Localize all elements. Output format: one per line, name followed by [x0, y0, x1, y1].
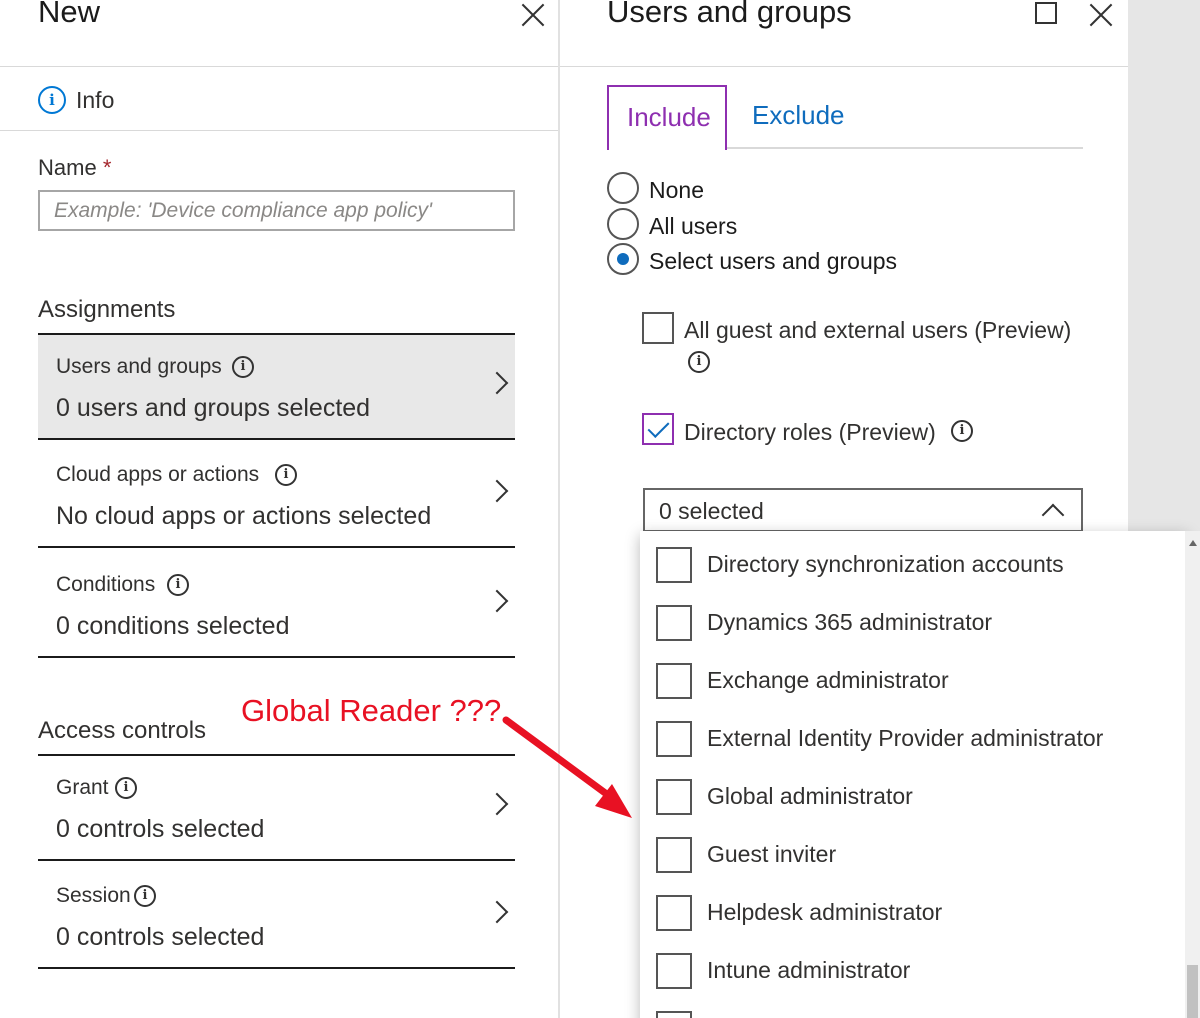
info-icon: i: [134, 885, 156, 907]
radio-none[interactable]: None: [607, 172, 907, 206]
role-option-exchange-administrator[interactable]: Exchange administrator: [640, 647, 1170, 701]
directory-roles-list: Directory synchronization accounts Dynam…: [640, 531, 1188, 1018]
annotation-label: Global Reader ???: [241, 693, 502, 728]
info-icon: i: [167, 574, 189, 596]
radio-label: None: [649, 177, 704, 203]
tabs-underline: [727, 147, 1083, 149]
scrollbar-thumb[interactable]: [1187, 965, 1198, 1018]
checkbox: [656, 605, 692, 641]
tab-include[interactable]: Include: [607, 85, 727, 150]
info-label: Info: [76, 87, 115, 113]
role-option-dynamics-365-administrator[interactable]: Dynamics 365 administrator: [640, 589, 1170, 643]
radio-label: Select users and groups: [649, 248, 898, 274]
role-option-intune-administrator[interactable]: Intune administrator: [640, 937, 1170, 991]
blade-title-new: New: [38, 0, 101, 29]
checkbox: [656, 837, 692, 873]
policy-name-input[interactable]: [38, 190, 515, 231]
nav-card-title: Grant: [56, 776, 109, 799]
checkbox: [656, 547, 692, 583]
checkbox-label: All guest and external users (Preview): [684, 317, 1072, 343]
checkbox: [656, 895, 692, 931]
checkbox: [656, 953, 692, 989]
checkbox-checked: [642, 413, 674, 445]
info-icon: i: [38, 86, 66, 114]
close-icon[interactable]: [520, 2, 546, 28]
role-label: Directory synchronization accounts: [707, 551, 1064, 577]
nav-card-title: Cloud apps or actions: [56, 463, 260, 486]
checkbox: [642, 312, 674, 344]
checkbox: [656, 721, 692, 757]
checkbox: [656, 663, 692, 699]
checkbox: [656, 779, 692, 815]
role-label: Dynamics 365 administrator: [707, 609, 993, 635]
nav-card-value: 0 controls selected: [56, 923, 265, 951]
role-label: Guest inviter: [707, 841, 837, 867]
access-control-grant[interactable]: Grant i 0 controls selected: [38, 754, 515, 861]
info-icon: i: [951, 420, 973, 442]
nav-card-title: Session: [56, 884, 131, 907]
role-option-partial[interactable]: [640, 995, 1170, 1018]
role-option-guest-inviter[interactable]: Guest inviter: [640, 821, 1170, 875]
close-icon[interactable]: [1088, 2, 1114, 28]
access-controls-heading: Access controls: [38, 717, 207, 744]
role-label: External Identity Provider administrator: [707, 725, 1104, 751]
dropdown-scrollbar[interactable]: [1185, 531, 1200, 1018]
chevron-right-icon: [485, 371, 509, 395]
info-icon: i: [232, 356, 254, 378]
radio-select-users-and-groups[interactable]: Select users and groups: [607, 243, 927, 277]
tab-exclude[interactable]: Exclude: [752, 100, 845, 131]
checkbox: [656, 1011, 692, 1018]
scroll-up-arrow-icon[interactable]: [1189, 540, 1197, 546]
chevron-right-icon: [485, 792, 509, 816]
chevron-right-icon: [485, 900, 509, 924]
directory-roles-option[interactable]: Directory roles (Preview) i: [642, 413, 982, 449]
role-label: Intune administrator: [707, 957, 911, 983]
role-label: Helpdesk administrator: [707, 899, 943, 925]
nav-card-value: 0 users and groups selected: [56, 394, 371, 422]
chevron-right-icon: [485, 589, 509, 613]
chevron-up-icon: [1041, 503, 1065, 527]
info-icon: i: [275, 464, 297, 486]
nav-card-value: No cloud apps or actions selected: [56, 502, 432, 530]
info-icon: i: [115, 777, 137, 799]
assignment-cloud-apps[interactable]: Cloud apps or actions i No cloud apps or…: [38, 441, 515, 548]
role-option-helpdesk-administrator[interactable]: Helpdesk administrator: [640, 879, 1170, 933]
info-icon: i: [688, 351, 710, 373]
nav-card-title: Conditions: [56, 573, 156, 596]
info-link[interactable]: i Info: [38, 84, 148, 118]
assignment-conditions[interactable]: Conditions i 0 conditions selected: [38, 551, 515, 658]
assignment-users-and-groups[interactable]: Users and groups i 0 users and groups se…: [38, 333, 515, 440]
dropdown-value: 0 selected: [659, 498, 764, 524]
nav-card-value: 0 conditions selected: [56, 612, 290, 640]
role-option-global-administrator[interactable]: Global administrator: [640, 763, 1170, 817]
maximize-icon[interactable]: [1035, 2, 1057, 24]
nav-card-value: 0 controls selected: [56, 815, 265, 843]
required-asterisk: *: [102, 155, 112, 180]
guest-external-users-option[interactable]: All guest and external users (Preview) i: [642, 312, 1092, 382]
radio-all-users[interactable]: All users: [607, 208, 907, 242]
nav-card-title: Users and groups: [56, 355, 222, 378]
new-policy-blade: New i Info Name * Assignments Users and …: [0, 0, 558, 1018]
radio-label: All users: [649, 213, 738, 239]
role-label: Exchange administrator: [707, 667, 949, 693]
blade-title-users-and-groups: Users and groups: [607, 0, 852, 29]
access-control-session[interactable]: Session i 0 controls selected: [38, 862, 515, 969]
header-divider: [560, 66, 1128, 67]
header-divider: [0, 66, 558, 67]
assignments-heading: Assignments: [38, 296, 176, 323]
role-option-directory-synchronization-accounts[interactable]: Directory synchronization accounts: [640, 531, 1170, 585]
radio-button: [607, 172, 639, 204]
role-option-external-identity-provider-administrator[interactable]: External Identity Provider administrator: [640, 705, 1170, 759]
directory-roles-dropdown[interactable]: 0 selected: [643, 488, 1083, 532]
radio-button: [607, 208, 639, 240]
radio-button-selected: [607, 243, 639, 275]
role-label: Global administrator: [707, 783, 913, 809]
chevron-right-icon: [485, 479, 509, 503]
name-label: Name *: [38, 155, 112, 180]
info-divider: [0, 130, 558, 131]
checkbox-label: Directory roles (Preview): [684, 419, 936, 445]
